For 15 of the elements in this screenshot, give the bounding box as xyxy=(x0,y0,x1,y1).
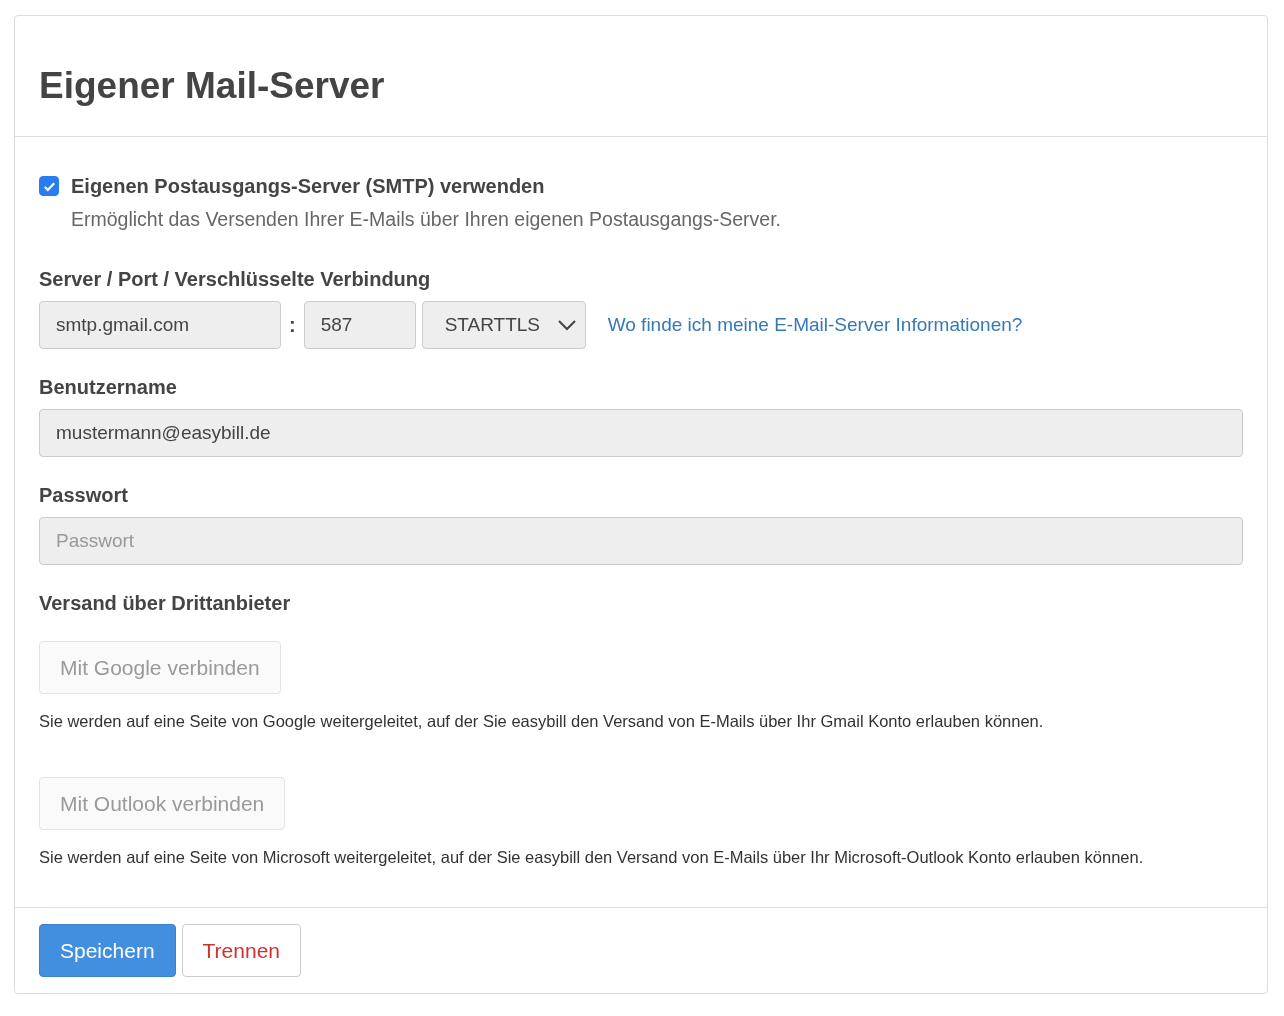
field-label: Passwort xyxy=(39,483,129,507)
checkbox-label: Eigenen Postausgangs-Server (SMTP) verwenden xyxy=(71,174,546,199)
redirect-note: Sie werden auf eine Seite von Microsoft weitergeleitet, auf der Sie easybill den Versand von E-Mails über Ihr Microsoft-Outlook Konto erlauben können. xyxy=(39,848,1145,867)
redirect-note: Sie werden auf eine Seite von Google weitergeleitet, auf der Sie easybill den Versand von E-Mails über Ihr Gmail Konto erlauben können. xyxy=(39,712,1045,731)
section-label: Versand über Drittanbieter xyxy=(39,591,292,615)
chevron-down-icon xyxy=(556,319,577,331)
disconnect-button[interactable]: Trennen xyxy=(181,924,301,977)
panel-title: Eigener Mail-Server xyxy=(39,64,386,108)
option-description: Ermöglicht das Versenden Ihrer E-Mails über Ihren eigenen Postausgangs-Server. xyxy=(71,207,781,231)
field-label: Server / Port / Verschlüsselte Verbindung xyxy=(39,267,432,291)
separator-colon: : xyxy=(288,313,297,337)
field-label: Benutzername xyxy=(39,375,178,399)
help-link[interactable]: Wo finde ich meine E-Mail-Server Informationen? xyxy=(607,314,1023,336)
save-button[interactable]: Speichern xyxy=(39,924,176,977)
smtp-checkbox[interactable] xyxy=(39,176,59,196)
